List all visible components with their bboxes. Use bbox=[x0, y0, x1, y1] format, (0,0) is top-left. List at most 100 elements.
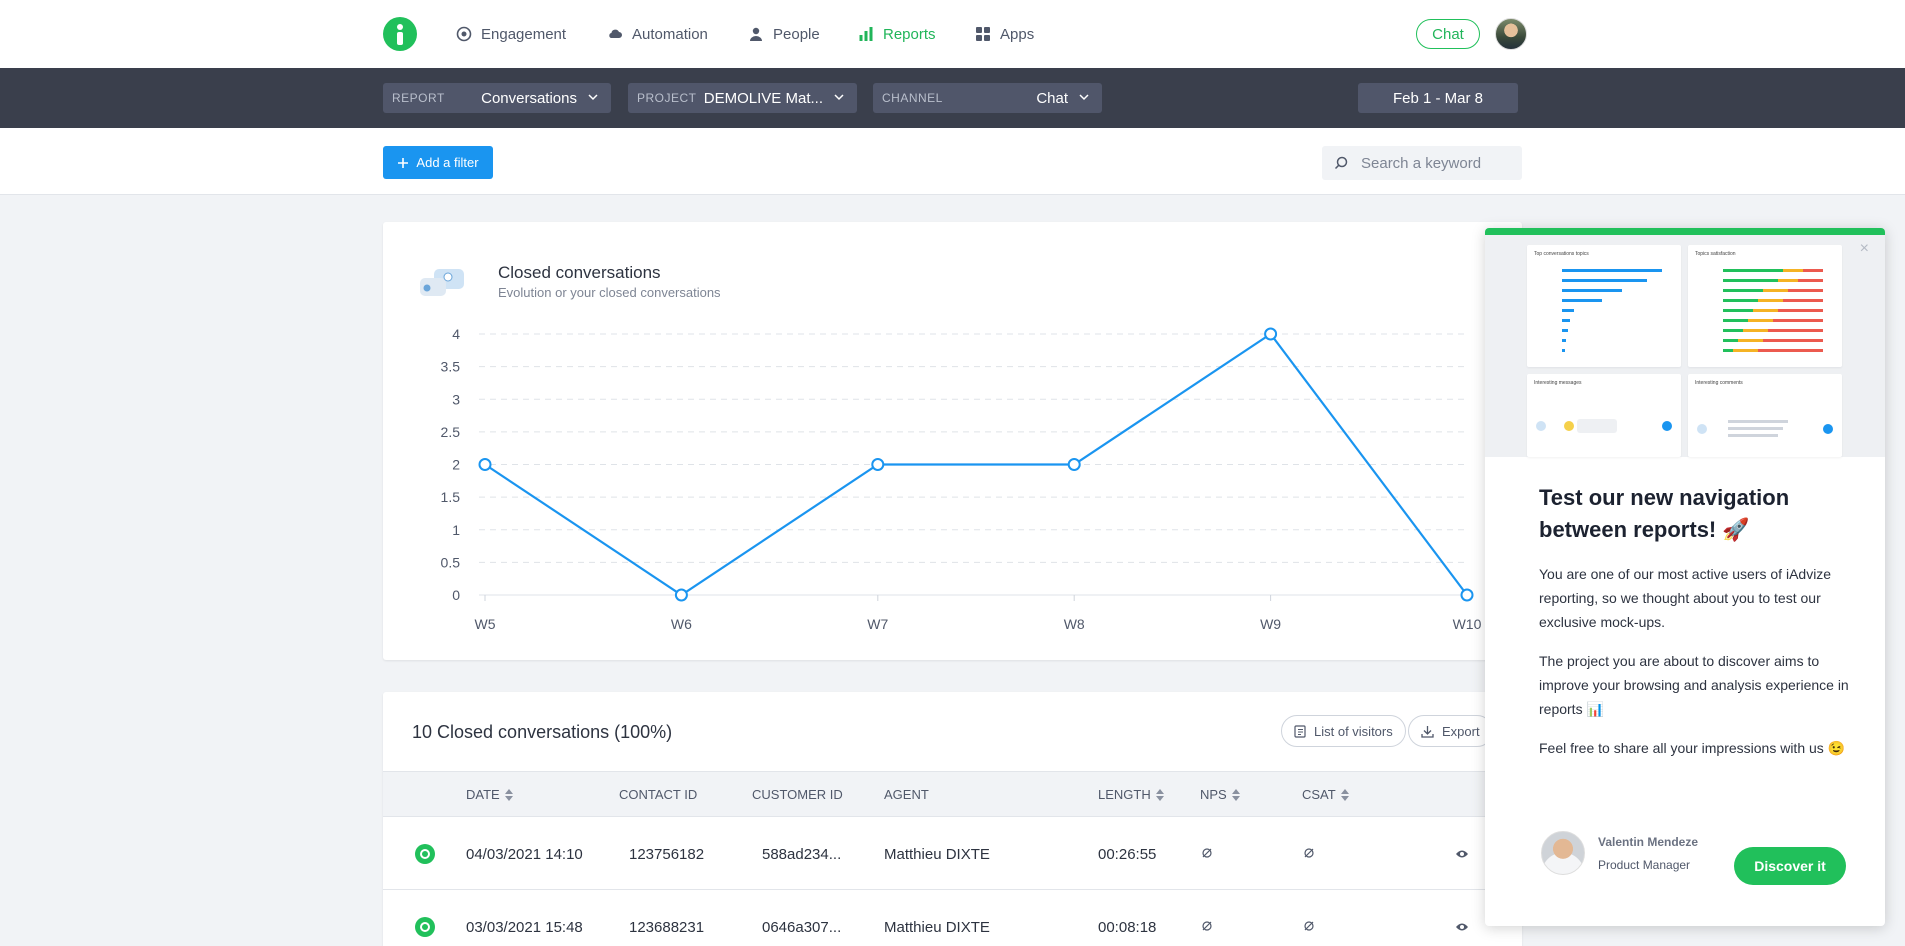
popup-paragraph: You are one of our most active users of … bbox=[1539, 566, 1832, 630]
x-tick-label: W7 bbox=[867, 616, 888, 632]
cell-customer-id: 0646a307... bbox=[762, 919, 842, 936]
report-select[interactable]: REPORT Conversations bbox=[383, 83, 611, 113]
y-tick-label: 3.5 bbox=[441, 359, 461, 375]
close-icon[interactable]: × bbox=[1860, 240, 1869, 258]
project-select[interactable]: PROJECT DEMOLIVE Mat... bbox=[628, 83, 857, 113]
mockup-message-preview bbox=[1536, 419, 1672, 433]
column-header-agent: AGENT bbox=[884, 787, 929, 802]
channel-select[interactable]: CHANNEL Chat bbox=[873, 83, 1102, 113]
author-avatar bbox=[1541, 831, 1585, 875]
popup-paragraph: Feel free to share all your impressions … bbox=[1539, 740, 1846, 756]
sort-icon bbox=[1340, 788, 1349, 801]
empty-value-icon bbox=[1304, 921, 1314, 931]
data-point bbox=[478, 458, 492, 471]
x-tick-label: W8 bbox=[1064, 616, 1085, 632]
cloud-icon bbox=[609, 29, 622, 38]
chat-button[interactable]: Chat bbox=[1416, 19, 1480, 49]
nav-label: People bbox=[773, 25, 820, 43]
nav-item-people[interactable]: People bbox=[748, 22, 820, 46]
eye-icon[interactable] bbox=[1455, 922, 1469, 932]
mockup-satisfaction: Topics satisfaction bbox=[1688, 245, 1842, 367]
add-filter-label: Add a filter bbox=[416, 155, 479, 170]
nav-item-reports[interactable]: Reports bbox=[858, 22, 936, 46]
chat-status-icon bbox=[415, 844, 435, 864]
nav-label: Automation bbox=[632, 25, 708, 43]
list-icon bbox=[1294, 724, 1306, 738]
data-point bbox=[1067, 458, 1081, 471]
eye-icon[interactable] bbox=[1455, 849, 1469, 859]
grid-icon bbox=[976, 27, 990, 41]
cell-agent: Matthieu DIXTE bbox=[884, 919, 990, 936]
table-header: DATE CONTACT ID CUSTOMER ID AGENT LENGTH… bbox=[383, 771, 1522, 817]
channel-select-value: Chat bbox=[1036, 89, 1068, 107]
chat-status-icon bbox=[415, 917, 435, 937]
date-range-picker[interactable]: Feb 1 - Mar 8 bbox=[1358, 83, 1518, 113]
table-row[interactable]: 03/03/2021 15:48 123688231 0646a307... M… bbox=[383, 891, 1522, 946]
column-header-length[interactable]: LENGTH bbox=[1098, 787, 1164, 802]
empty-value-icon bbox=[1202, 848, 1212, 858]
chevron-down-icon bbox=[1079, 94, 1089, 101]
bar-chart-icon bbox=[859, 27, 873, 41]
nav-item-engagement[interactable]: Engagement bbox=[456, 22, 566, 46]
top-navigation: Engagement Automation People Reports App… bbox=[0, 0, 1905, 68]
user-avatar[interactable] bbox=[1495, 18, 1527, 50]
mockup-comments: Interesting comments bbox=[1688, 374, 1842, 457]
sort-icon bbox=[504, 788, 513, 801]
author-role: Product Manager bbox=[1598, 858, 1691, 872]
y-tick-label: 2 bbox=[452, 457, 460, 473]
y-tick-label: 2.5 bbox=[441, 424, 461, 440]
nav-label: Apps bbox=[1000, 25, 1035, 43]
action-bar: Add a filter bbox=[0, 128, 1905, 195]
cell-contact-id: 123688231 bbox=[629, 919, 705, 936]
project-select-label: PROJECT bbox=[637, 91, 697, 105]
column-header-csat[interactable]: CSAT bbox=[1302, 787, 1349, 802]
keyword-search bbox=[1322, 146, 1522, 180]
closed-conversations-chart-card: Closed conversations Evolution or your c… bbox=[383, 222, 1522, 660]
y-tick-label: 4 bbox=[452, 326, 460, 342]
cell-contact-id: 123756182 bbox=[629, 846, 705, 863]
discover-it-button[interactable]: Discover it bbox=[1734, 847, 1846, 885]
cell-agent: Matthieu DIXTE bbox=[884, 846, 990, 863]
nav-item-automation[interactable]: Automation bbox=[607, 22, 708, 46]
mockup-messages: Interesting messages bbox=[1527, 374, 1681, 457]
popup-paragraph: The project you are about to discover ai… bbox=[1539, 653, 1849, 717]
mockup-preview: Top conversations topics Topics satisfac… bbox=[1485, 235, 1885, 457]
search-input[interactable] bbox=[1361, 154, 1521, 172]
export-label: Export bbox=[1442, 723, 1480, 739]
table-title: 10 Closed conversations (100%) bbox=[412, 722, 673, 742]
cell-date: 04/03/2021 14:10 bbox=[466, 846, 583, 863]
export-button[interactable]: Export bbox=[1408, 715, 1493, 747]
y-tick-label: 3 bbox=[452, 391, 460, 407]
mockup-topics: Top conversations topics bbox=[1527, 245, 1681, 367]
channel-select-label: CHANNEL bbox=[882, 91, 943, 105]
chevron-down-icon bbox=[588, 94, 598, 101]
nav-item-apps[interactable]: Apps bbox=[975, 22, 1034, 46]
cell-length: 00:26:55 bbox=[1098, 846, 1157, 863]
cell-length: 00:08:18 bbox=[1098, 919, 1157, 936]
report-select-label: REPORT bbox=[392, 91, 445, 105]
list-of-visitors-button[interactable]: List of visitors bbox=[1281, 715, 1406, 747]
popup-accent-bar bbox=[1485, 228, 1885, 235]
empty-value-icon bbox=[1304, 848, 1314, 858]
iadvize-logo[interactable] bbox=[383, 17, 417, 51]
cell-date: 03/03/2021 15:48 bbox=[466, 919, 583, 936]
sort-icon bbox=[1231, 788, 1240, 801]
report-filter-bar: REPORT Conversations PROJECT DEMOLIVE Ma… bbox=[0, 68, 1905, 128]
column-header-nps[interactable]: NPS bbox=[1200, 787, 1240, 802]
author-name: Valentin Mendeze bbox=[1598, 835, 1699, 849]
column-header-date[interactable]: DATE bbox=[466, 787, 513, 802]
data-point bbox=[871, 458, 885, 471]
search-icon bbox=[1334, 156, 1348, 170]
data-point bbox=[1264, 327, 1278, 341]
data-point bbox=[1460, 588, 1474, 602]
y-tick-label: 1.5 bbox=[441, 489, 461, 505]
column-header-customer-id: CUSTOMER ID bbox=[752, 787, 843, 802]
x-tick-label: W9 bbox=[1260, 616, 1281, 632]
report-select-value: Conversations bbox=[481, 89, 577, 107]
nav-label: Reports bbox=[883, 25, 936, 43]
empty-value-icon bbox=[1202, 921, 1212, 931]
project-select-value: DEMOLIVE Mat... bbox=[703, 89, 823, 107]
table-row[interactable]: 04/03/2021 14:10 123756182 588ad234... M… bbox=[383, 818, 1522, 890]
add-filter-button[interactable]: Add a filter bbox=[383, 146, 493, 179]
conversations-table-card: 10 Closed conversations (100%) List of v… bbox=[383, 692, 1522, 946]
